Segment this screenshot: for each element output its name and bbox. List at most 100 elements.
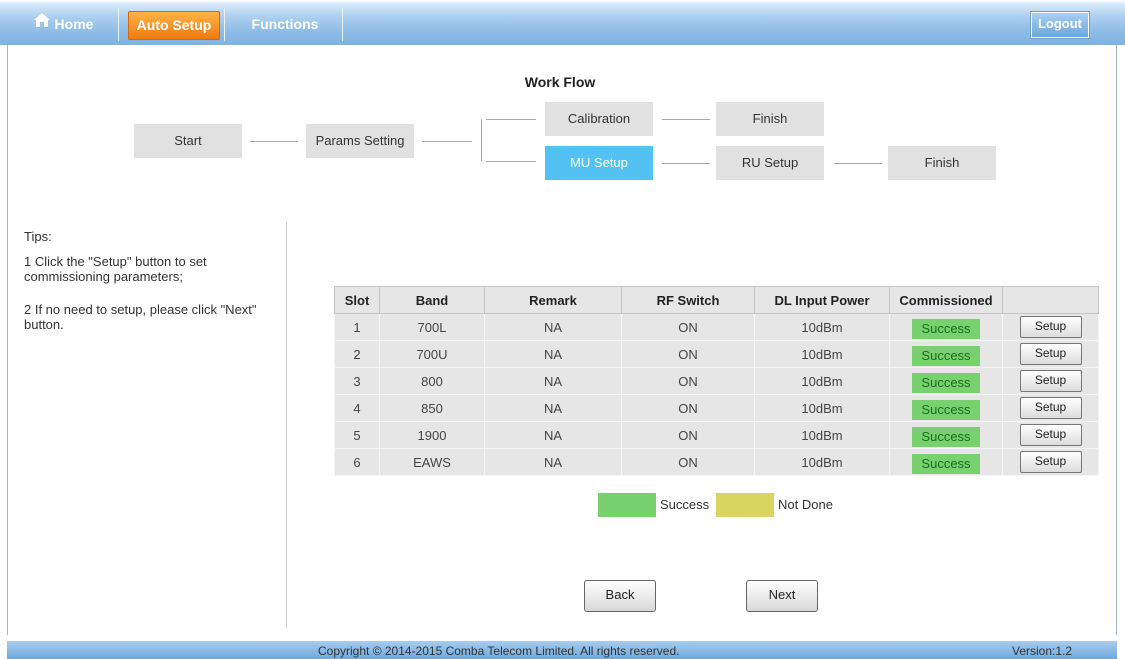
cell-band: 1900 xyxy=(379,421,485,449)
status-badge: Success xyxy=(912,373,980,393)
table-row: 6 EAWS NA ON 10dBm Success Setup xyxy=(334,448,1099,476)
header-rf-switch: RF Switch xyxy=(621,286,755,314)
header-dl-input-power: DL Input Power xyxy=(754,286,890,314)
status-badge: Success xyxy=(912,319,980,339)
cell-rf-switch: ON xyxy=(621,340,755,368)
setup-button[interactable]: Setup xyxy=(1019,343,1082,365)
status-badge: Success xyxy=(912,454,980,474)
connector-branch xyxy=(481,119,482,161)
cell-commissioned: Success xyxy=(889,313,1003,341)
frame-border-left xyxy=(7,45,8,635)
home-icon xyxy=(33,7,51,40)
header-action xyxy=(1002,286,1099,314)
cell-remark: NA xyxy=(484,394,622,422)
nav-functions-tab[interactable]: Functions xyxy=(228,8,343,41)
cell-remark: NA xyxy=(484,367,622,395)
table-row: 3 800 NA ON 10dBm Success Setup xyxy=(334,367,1099,395)
cell-dl-power: 10dBm xyxy=(754,421,890,449)
cell-commissioned: Success xyxy=(889,340,1003,368)
connector-line xyxy=(486,119,536,120)
status-badge: Success xyxy=(912,427,980,447)
back-button[interactable]: Back xyxy=(584,580,656,612)
header-remark: Remark xyxy=(484,286,622,314)
legend-success-swatch xyxy=(598,493,656,517)
setup-button[interactable]: Setup xyxy=(1019,451,1082,473)
setup-button[interactable]: Setup xyxy=(1019,424,1082,446)
cell-band: 800 xyxy=(379,367,485,395)
connector-line xyxy=(662,119,710,120)
nav-functions-label: Functions xyxy=(251,16,319,32)
table-header-row: Slot Band Remark RF Switch DL Input Powe… xyxy=(334,286,1099,314)
cell-band: 700U xyxy=(379,340,485,368)
connector-line xyxy=(486,161,536,162)
table-row: 2 700U NA ON 10dBm Success Setup xyxy=(334,340,1099,368)
connector-line xyxy=(250,141,298,142)
cell-commissioned: Success xyxy=(889,367,1003,395)
header-commissioned: Commissioned xyxy=(889,286,1003,314)
cell-rf-switch: ON xyxy=(621,421,755,449)
nav-home-label: Home xyxy=(54,16,94,32)
cell-remark: NA xyxy=(484,448,622,476)
nav-auto-setup-tab[interactable]: Auto Setup xyxy=(124,8,225,41)
cell-commissioned: Success xyxy=(889,394,1003,422)
cell-action: Setup xyxy=(1002,448,1099,476)
step-start: Start xyxy=(134,124,242,158)
cell-slot: 1 xyxy=(334,313,380,341)
footer-copyright: Copyright © 2014-2015 Comba Telecom Limi… xyxy=(318,644,680,658)
setup-button[interactable]: Setup xyxy=(1019,316,1082,338)
table-row: 1 700L NA ON 10dBm Success Setup xyxy=(334,313,1099,341)
setup-button[interactable]: Setup xyxy=(1019,370,1082,392)
step-finish-setup: Finish xyxy=(888,146,996,180)
cell-band: EAWS xyxy=(379,448,485,476)
table-row: 5 1900 NA ON 10dBm Success Setup xyxy=(334,421,1099,449)
legend-not-done-swatch xyxy=(716,493,774,517)
legend-not-done-label: Not Done xyxy=(778,497,833,512)
cell-slot: 4 xyxy=(334,394,380,422)
footer-version: Version:1.2 xyxy=(1012,644,1073,658)
nav-auto-setup-label: Auto Setup xyxy=(127,11,221,40)
step-params-setting: Params Setting xyxy=(306,124,414,158)
workflow-title: Work Flow xyxy=(524,74,596,90)
cell-rf-switch: ON xyxy=(621,394,755,422)
legend-success-label: Success xyxy=(660,497,710,512)
step-ru-setup: RU Setup xyxy=(716,146,824,180)
setup-button[interactable]: Setup xyxy=(1019,397,1082,419)
cell-remark: NA xyxy=(484,313,622,341)
next-button[interactable]: Next xyxy=(746,580,818,612)
cell-action: Setup xyxy=(1002,313,1099,341)
table-row: 4 850 NA ON 10dBm Success Setup xyxy=(334,394,1099,422)
cell-dl-power: 10dBm xyxy=(754,394,890,422)
cell-dl-power: 10dBm xyxy=(754,448,890,476)
cell-band: 850 xyxy=(379,394,485,422)
nav-home-tab[interactable]: Home xyxy=(8,8,119,41)
cell-remark: NA xyxy=(484,421,622,449)
slot-table: Slot Band Remark RF Switch DL Input Powe… xyxy=(334,286,1099,476)
cell-slot: 5 xyxy=(334,421,380,449)
cell-slot: 3 xyxy=(334,367,380,395)
cell-dl-power: 10dBm xyxy=(754,367,890,395)
cell-action: Setup xyxy=(1002,421,1099,449)
step-calibration: Calibration xyxy=(545,102,653,136)
cell-rf-switch: ON xyxy=(621,313,755,341)
tips-title: Tips: xyxy=(24,229,52,244)
status-badge: Success xyxy=(912,346,980,366)
connector-line xyxy=(834,163,882,164)
cell-slot: 2 xyxy=(334,340,380,368)
step-mu-setup: MU Setup xyxy=(545,146,653,180)
cell-action: Setup xyxy=(1002,340,1099,368)
status-badge: Success xyxy=(912,400,980,420)
cell-remark: NA xyxy=(484,340,622,368)
cell-action: Setup xyxy=(1002,367,1099,395)
cell-action: Setup xyxy=(1002,394,1099,422)
logout-button[interactable]: Logout xyxy=(1030,12,1089,38)
cell-rf-switch: ON xyxy=(621,448,755,476)
cell-rf-switch: ON xyxy=(621,367,755,395)
frame-border-right xyxy=(1116,45,1117,635)
cell-commissioned: Success xyxy=(889,448,1003,476)
header-slot: Slot xyxy=(334,286,380,314)
header-band: Band xyxy=(379,286,485,314)
cell-dl-power: 10dBm xyxy=(754,340,890,368)
step-finish-calibration: Finish xyxy=(716,102,824,136)
cell-commissioned: Success xyxy=(889,421,1003,449)
tip-item: 1 Click the "Setup" button to set commis… xyxy=(24,254,207,284)
